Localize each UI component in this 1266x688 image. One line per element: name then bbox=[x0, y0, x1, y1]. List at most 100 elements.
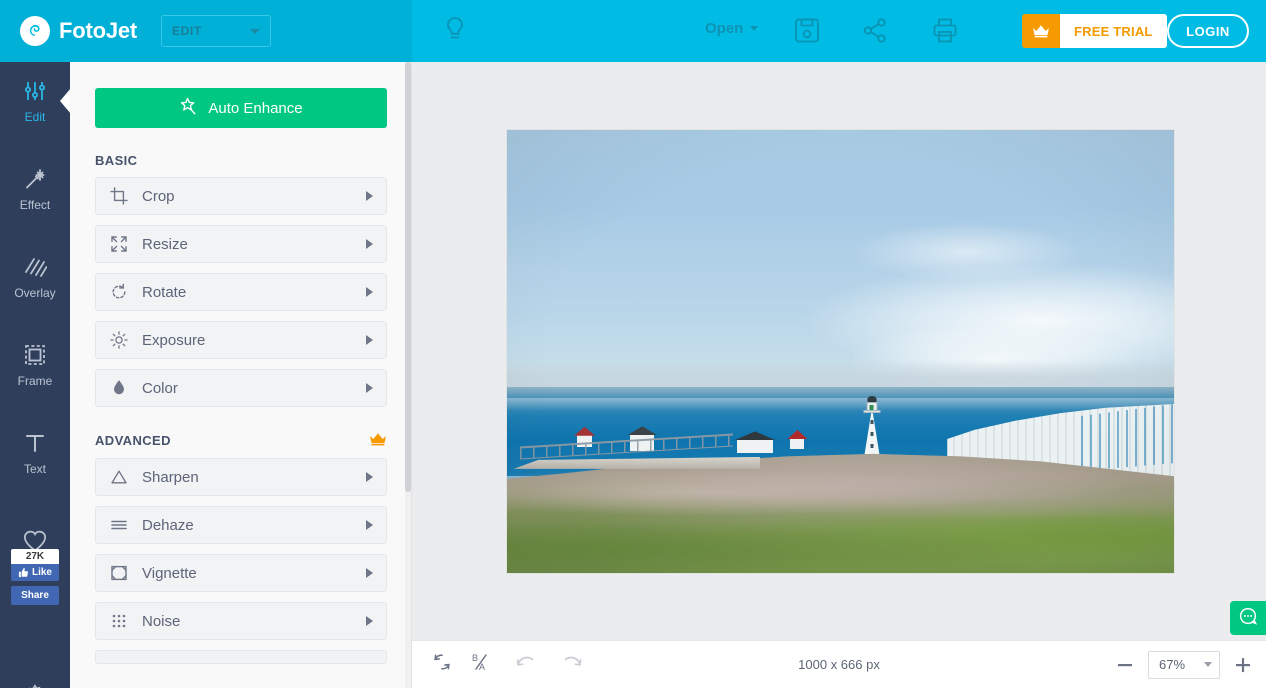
support-chat-button[interactable] bbox=[1230, 601, 1266, 635]
photo-canvas[interactable] bbox=[507, 130, 1174, 573]
chevron-right-icon bbox=[366, 287, 373, 297]
printer-icon[interactable] bbox=[932, 17, 958, 44]
triangle-icon bbox=[110, 468, 132, 486]
sidebar-item-edit[interactable]: Edit bbox=[0, 62, 71, 139]
text-t-icon bbox=[23, 429, 47, 457]
tool-row-partial[interactable] bbox=[95, 650, 387, 664]
tool-label: Noise bbox=[142, 612, 181, 630]
zoom-level-select[interactable]: 67% bbox=[1148, 650, 1220, 679]
frame-square-icon bbox=[23, 341, 47, 369]
tool-label: Rotate bbox=[142, 283, 187, 301]
chat-bubble-icon bbox=[1238, 606, 1258, 631]
section-title: BASIC bbox=[95, 153, 138, 168]
dots-grid-icon bbox=[110, 612, 132, 630]
header-left-zone: FotoJet EDIT bbox=[0, 0, 412, 62]
brand-logo[interactable]: FotoJet bbox=[20, 16, 137, 46]
left-navigation-rail: Edit Effect Overlay Frame Text 27K Like … bbox=[0, 62, 71, 688]
tool-label: Vignette bbox=[142, 564, 197, 582]
facebook-share-label: Share bbox=[21, 590, 49, 601]
chevron-right-icon bbox=[366, 568, 373, 578]
tool-color[interactable]: Color bbox=[95, 369, 387, 407]
sun-icon bbox=[110, 331, 132, 349]
mode-select-label: EDIT bbox=[172, 24, 202, 38]
before-after-icon: B A bbox=[470, 652, 492, 677]
magic-star-icon bbox=[179, 97, 198, 120]
svg-text:B: B bbox=[472, 653, 478, 663]
facebook-like-button[interactable]: Like bbox=[11, 564, 59, 581]
open-menu-label: Open bbox=[705, 20, 744, 37]
rotate-ccw-icon bbox=[110, 283, 132, 301]
tool-exposure[interactable]: Exposure bbox=[95, 321, 387, 359]
sidebar-item-label: Effect bbox=[19, 198, 51, 212]
reset-button[interactable] bbox=[432, 652, 452, 677]
undo-button[interactable] bbox=[514, 652, 536, 677]
sidebar-item-effect[interactable]: Effect bbox=[0, 150, 70, 227]
chevron-down-icon bbox=[250, 28, 261, 34]
image-dimensions-label: 1000 x 666 px bbox=[798, 657, 880, 672]
lightbulb-icon[interactable] bbox=[444, 16, 466, 44]
crop-icon bbox=[110, 187, 132, 205]
reset-rotate-icon bbox=[432, 652, 452, 677]
plus-icon bbox=[1236, 657, 1250, 672]
brand-name: FotoJet bbox=[59, 18, 138, 43]
auto-enhance-button[interactable]: Auto Enhance bbox=[95, 88, 387, 128]
auto-enhance-label: Auto Enhance bbox=[208, 99, 303, 117]
tool-resize[interactable]: Resize bbox=[95, 225, 387, 263]
save-disk-icon[interactable] bbox=[794, 17, 820, 44]
zoom-controls: 67% bbox=[1116, 650, 1252, 679]
tool-crop[interactable]: Crop bbox=[95, 177, 387, 215]
panel-scrollbar[interactable] bbox=[405, 62, 411, 688]
tool-vignette[interactable]: Vignette bbox=[95, 554, 387, 592]
settings-button[interactable] bbox=[0, 684, 70, 688]
tool-label: Resize bbox=[142, 235, 188, 253]
share-nodes-icon[interactable] bbox=[862, 17, 888, 44]
sidebar-item-text[interactable]: Text bbox=[0, 414, 70, 491]
tool-sharpen[interactable]: Sharpen bbox=[95, 458, 387, 496]
chevron-right-icon bbox=[366, 239, 373, 249]
photo-vignette-overlay bbox=[507, 130, 1174, 573]
fotojet-editor-window: FotoJet EDIT Open FREE TRIAL LOGIN Edit … bbox=[0, 0, 1266, 688]
vignette-corners-icon bbox=[110, 564, 132, 582]
mode-select-edit[interactable]: EDIT bbox=[161, 15, 272, 47]
minus-icon bbox=[1118, 663, 1132, 666]
tool-rotate[interactable]: Rotate bbox=[95, 273, 387, 311]
thumbs-up-icon bbox=[18, 567, 28, 578]
canvas-workspace[interactable] bbox=[412, 62, 1266, 640]
chevron-right-icon bbox=[366, 335, 373, 345]
top-header-bar: FotoJet EDIT Open FREE TRIAL LOGIN bbox=[0, 0, 1266, 62]
open-menu-button[interactable]: Open bbox=[705, 20, 759, 37]
diagonal-lines-icon bbox=[23, 253, 47, 281]
panel-scrollbar-thumb[interactable] bbox=[405, 62, 411, 492]
facebook-share-button[interactable]: Share bbox=[11, 586, 59, 605]
resize-arrows-icon bbox=[110, 235, 132, 253]
sidebar-item-label: Text bbox=[23, 462, 46, 476]
fotojet-logo-icon bbox=[20, 16, 50, 46]
tool-label: Color bbox=[142, 379, 178, 397]
zoom-out-button[interactable] bbox=[1116, 656, 1134, 674]
login-label: LOGIN bbox=[1186, 23, 1230, 39]
tool-label: Exposure bbox=[142, 331, 206, 349]
tool-label: Sharpen bbox=[142, 468, 199, 486]
sidebar-item-label: Overlay bbox=[14, 286, 56, 300]
sidebar-item-frame[interactable]: Frame bbox=[0, 326, 70, 403]
zoom-in-button[interactable] bbox=[1234, 656, 1252, 674]
lines-icon bbox=[110, 516, 132, 534]
redo-button[interactable] bbox=[562, 652, 584, 677]
chevron-down-icon bbox=[750, 26, 759, 31]
sidebar-item-overlay[interactable]: Overlay bbox=[0, 238, 70, 315]
chevron-down-icon bbox=[1204, 662, 1212, 667]
chevron-right-icon bbox=[366, 616, 373, 626]
free-trial-button[interactable]: FREE TRIAL bbox=[1022, 14, 1167, 48]
facebook-like-count: 27K bbox=[11, 549, 59, 564]
tool-noise[interactable]: Noise bbox=[95, 602, 387, 640]
header-right-zone: Open FREE TRIAL LOGIN bbox=[412, 0, 1266, 62]
facebook-social-widget: 27K Like Share bbox=[11, 549, 59, 605]
edit-tools-panel: Auto Enhance BASIC Crop Resize Rotate Ex… bbox=[70, 62, 412, 688]
chevron-right-icon bbox=[366, 191, 373, 201]
compare-before-after-button[interactable]: B A bbox=[470, 652, 492, 677]
login-button[interactable]: LOGIN bbox=[1167, 14, 1249, 48]
magic-wand-icon bbox=[23, 165, 47, 193]
undo-arrow-icon bbox=[514, 652, 536, 677]
tool-dehaze[interactable]: Dehaze bbox=[95, 506, 387, 544]
droplet-icon bbox=[110, 379, 132, 397]
